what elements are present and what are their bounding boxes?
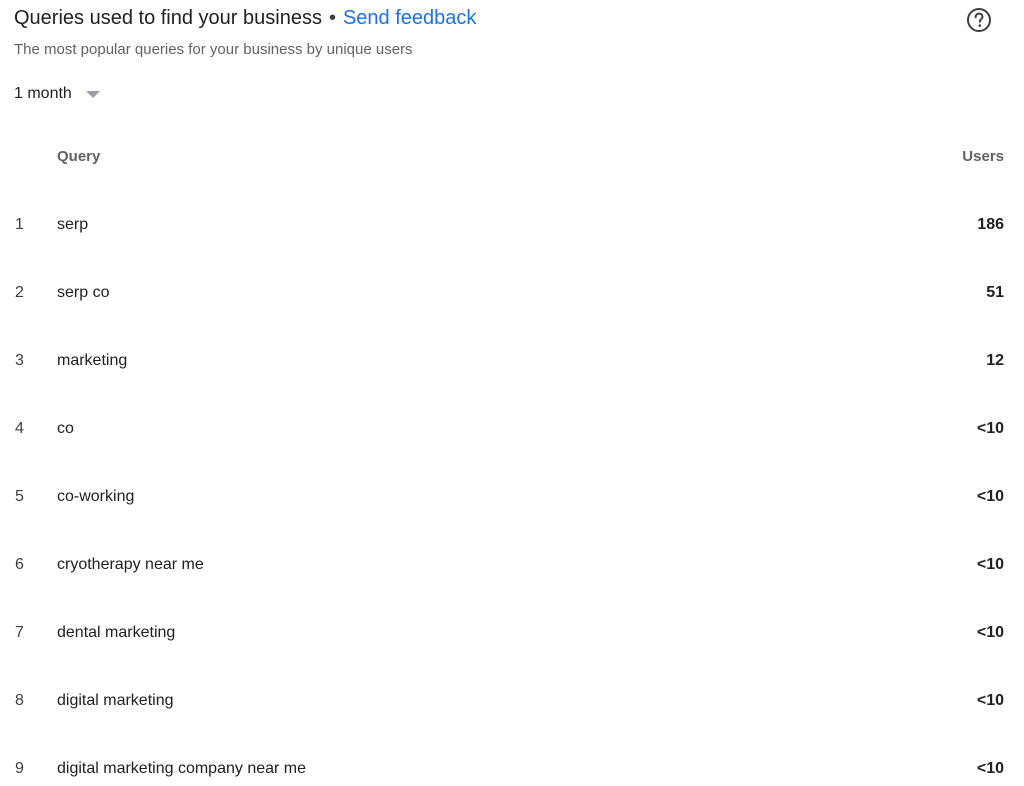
table-row: 1 serp 186 (0, 191, 1024, 259)
title-separator: • (328, 7, 336, 29)
period-dropdown[interactable]: 1 month (14, 83, 100, 105)
table-row: 4 co <10 (0, 395, 1024, 463)
row-rank: 3 (15, 352, 24, 369)
row-users: <10 (976, 624, 1004, 641)
row-query: co (57, 420, 74, 437)
help-circle-icon[interactable] (966, 7, 992, 33)
table-row: 3 marketing 12 (0, 327, 1024, 395)
row-rank: 7 (15, 624, 24, 641)
row-users: 186 (977, 216, 1004, 233)
queries-panel: Queries used to find your business • Sen… (0, 0, 1024, 786)
row-users: <10 (976, 692, 1004, 709)
send-feedback-link[interactable]: Send feedback (343, 4, 476, 32)
panel-title: Queries used to find your business (14, 7, 322, 29)
row-query: dental marketing (57, 624, 176, 641)
table-row: 2 serp co 51 (0, 259, 1024, 327)
panel-header: Queries used to find your business • Sen… (14, 4, 476, 32)
row-users: <10 (976, 556, 1004, 573)
row-query: digital marketing (57, 692, 174, 709)
caret-down-icon (85, 90, 100, 98)
row-rank: 6 (15, 556, 24, 573)
table-row: 7 dental marketing <10 (0, 599, 1024, 667)
row-users: <10 (976, 420, 1004, 437)
row-query: marketing (57, 352, 128, 369)
row-users: 51 (986, 284, 1004, 301)
row-query: serp (57, 216, 89, 233)
row-users: <10 (976, 760, 1004, 777)
row-query: digital marketing company near me (57, 760, 307, 777)
table-header: Query Users (0, 123, 1024, 191)
period-selected-value: 1 month (14, 85, 72, 102)
row-users: <10 (976, 488, 1004, 505)
row-rank: 4 (15, 420, 24, 437)
row-rank: 2 (15, 284, 24, 301)
row-rank: 1 (15, 216, 24, 233)
row-query: serp co (57, 284, 110, 301)
table-row: 5 co-working <10 (0, 463, 1024, 531)
table-row: 8 digital marketing <10 (0, 667, 1024, 735)
row-query: co-working (57, 488, 135, 505)
column-header-users: Users (962, 148, 1004, 165)
queries-table: Query Users 1 serp 186 2 serp co 51 3 ma… (0, 123, 1024, 786)
row-query: cryotherapy near me (57, 556, 204, 573)
row-rank: 9 (15, 760, 24, 777)
panel-subtitle: The most popular queries for your busine… (14, 41, 413, 58)
table-row: 6 cryotherapy near me <10 (0, 531, 1024, 599)
column-header-query: Query (57, 148, 101, 165)
row-users: 12 (986, 352, 1004, 369)
row-rank: 8 (15, 692, 24, 709)
row-rank: 5 (15, 488, 24, 505)
table-row: 9 digital marketing company near me <10 (0, 735, 1024, 786)
